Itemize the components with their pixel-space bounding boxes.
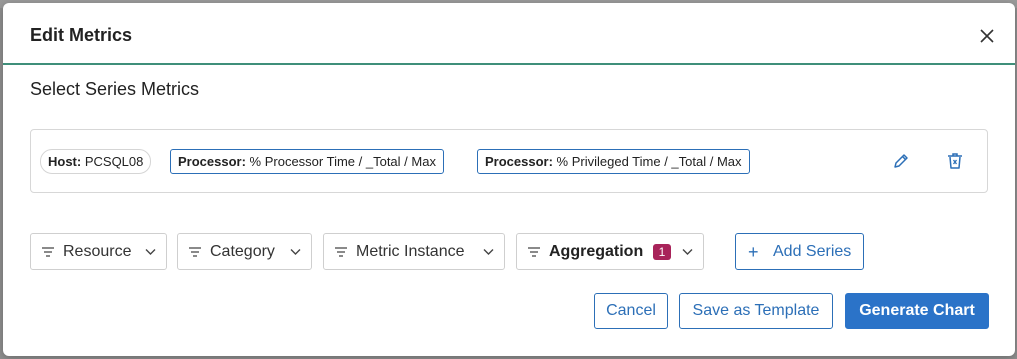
dialog-title: Edit Metrics	[30, 25, 133, 45]
section-title: Select Series Metrics	[30, 79, 200, 99]
filter-icon	[189, 247, 201, 257]
aggregation-filter-dropdown[interactable]: Aggregation 1	[516, 233, 704, 270]
category-filter-dropdown[interactable]: Category	[177, 233, 312, 270]
metric-chip-value: % Processor Time / _Total / Max	[249, 154, 436, 169]
metric-chip-key: Processor:	[178, 154, 246, 169]
metric-instance-filter-dropdown[interactable]: Metric Instance	[323, 233, 505, 270]
edit-metrics-dialog: Edit Metrics Select Series Metrics Host:…	[3, 3, 1015, 356]
filter-icon	[335, 247, 347, 257]
add-series-button[interactable]: + Add Series	[735, 233, 864, 270]
generate-chart-button[interactable]: Generate Chart	[845, 293, 989, 329]
chevron-down-icon	[483, 249, 494, 255]
filter-label: Aggregation	[549, 243, 644, 260]
series-row: Host: PCSQL08 Processor: % Processor Tim…	[30, 129, 988, 193]
host-chip: Host: PCSQL08	[40, 149, 152, 174]
filter-label: Resource	[63, 243, 132, 260]
cancel-button[interactable]: Cancel	[594, 293, 668, 329]
metric-chip: Processor: % Privileged Time / _Total / …	[477, 149, 750, 174]
close-icon[interactable]	[979, 28, 995, 44]
edit-icon[interactable]	[891, 151, 911, 171]
delete-icon[interactable]	[945, 151, 965, 171]
plus-icon: +	[748, 242, 759, 262]
host-chip-value: PCSQL08	[84, 154, 144, 169]
metric-chip-value: % Privileged Time / _Total / Max	[556, 154, 742, 169]
metric-chip: Processor: % Processor Time / _Total / M…	[170, 149, 444, 174]
filter-label: Category	[210, 243, 275, 260]
filter-icon	[528, 247, 540, 257]
resource-filter-dropdown[interactable]: Resource	[30, 233, 167, 270]
metric-chip-key: Processor:	[485, 154, 553, 169]
chevron-down-icon	[682, 249, 693, 255]
dialog-header: Edit Metrics	[3, 3, 1015, 65]
chevron-down-icon	[290, 249, 301, 255]
chevron-down-icon	[145, 249, 156, 255]
filter-icon	[42, 247, 54, 257]
filter-label: Metric Instance	[356, 243, 465, 260]
add-series-label: Add Series	[773, 243, 852, 260]
aggregation-count-badge: 1	[653, 244, 671, 260]
save-as-template-button[interactable]: Save as Template	[679, 293, 833, 329]
host-chip-key: Host:	[48, 154, 82, 169]
